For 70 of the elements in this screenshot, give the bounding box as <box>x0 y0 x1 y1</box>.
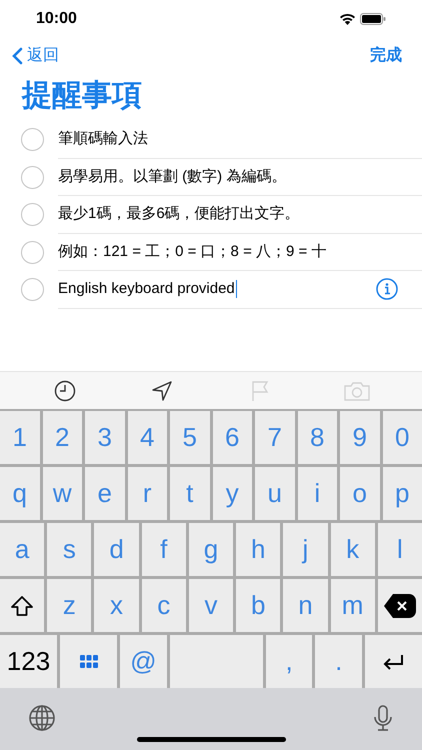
return-key[interactable] <box>364 635 422 688</box>
numbers-key[interactable]: 123 <box>0 635 57 688</box>
key[interactable]: m <box>330 579 375 632</box>
list-title: 提醒事項 <box>20 78 143 114</box>
back-button[interactable]: 返回 <box>12 44 59 68</box>
key[interactable]: p <box>382 467 422 520</box>
key[interactable]: q <box>0 467 40 520</box>
key[interactable]: x <box>94 579 139 632</box>
key[interactable]: f <box>142 523 186 576</box>
key[interactable]: 8 <box>298 411 337 464</box>
reminder-text[interactable]: 筆順碼輸入法 <box>58 128 148 150</box>
return-arrow-icon <box>382 654 404 670</box>
delete-key[interactable] <box>378 579 422 632</box>
key[interactable]: y <box>212 467 252 520</box>
location-arrow-icon[interactable] <box>151 380 174 402</box>
key[interactable]: 4 <box>128 411 167 464</box>
key[interactable]: 3 <box>85 411 124 464</box>
done-button[interactable]: 完成 <box>370 44 410 68</box>
reminder-checkbox[interactable] <box>21 166 44 189</box>
shift-arrow-icon <box>10 594 34 616</box>
battery-icon <box>360 13 386 25</box>
key[interactable]: a <box>0 523 44 576</box>
key[interactable]: , <box>266 635 312 688</box>
key[interactable]: h <box>236 523 280 576</box>
key[interactable]: c <box>142 579 186 632</box>
key[interactable]: j <box>283 523 328 576</box>
key[interactable]: i <box>298 467 337 520</box>
key[interactable]: n <box>283 579 328 632</box>
globe-icon[interactable] <box>28 704 56 732</box>
reminder-checkbox[interactable] <box>21 203 44 226</box>
key[interactable]: o <box>340 467 380 520</box>
key[interactable]: 6 <box>212 411 252 464</box>
status-time: 10:00 <box>36 9 77 29</box>
key[interactable]: 9 <box>340 411 380 464</box>
key[interactable]: 7 <box>255 411 294 464</box>
backspace-icon <box>382 592 417 618</box>
key[interactable]: k <box>330 523 375 576</box>
microphone-icon[interactable] <box>372 704 394 734</box>
key[interactable]: 2 <box>42 411 82 464</box>
wifi-icon <box>339 13 356 25</box>
chevron-left-icon <box>12 47 23 65</box>
reminder-checkbox[interactable] <box>21 240 44 264</box>
key[interactable]: v <box>188 579 234 632</box>
reminder-checkbox[interactable] <box>21 128 44 152</box>
reminder-text[interactable]: English keyboard provided <box>58 278 235 300</box>
key[interactable]: 0 <box>382 411 422 464</box>
reminder-text[interactable]: 例如：121 = 工；0 = 口；8 = 八；9 = 十 <box>58 240 326 263</box>
shift-key[interactable] <box>0 579 44 632</box>
key[interactable]: 1 <box>0 411 40 464</box>
reminder-text[interactable]: 易學易用。以筆劃 (數字) 為編碼。 <box>58 166 286 188</box>
key[interactable]: z <box>47 579 92 632</box>
key[interactable]: d <box>94 523 139 576</box>
key[interactable]: g <box>188 523 234 576</box>
reminder-text[interactable]: 最少1碼，最多6碼，便能打出文字。 <box>58 203 300 226</box>
key[interactable]: u <box>255 467 294 520</box>
key[interactable]: b <box>236 579 280 632</box>
key[interactable]: t <box>170 467 210 520</box>
key[interactable]: l <box>378 523 422 576</box>
emoji-key[interactable] <box>60 635 117 688</box>
key[interactable]: 5 <box>170 411 210 464</box>
key[interactable]: r <box>128 467 167 520</box>
key[interactable]: . <box>315 635 362 688</box>
key[interactable]: e <box>85 467 124 520</box>
key[interactable]: w <box>42 467 82 520</box>
key[interactable]: s <box>47 523 92 576</box>
reminder-checkbox[interactable] <box>21 278 44 302</box>
info-icon[interactable] <box>376 278 398 300</box>
grid-icon <box>80 655 98 668</box>
clock-icon[interactable] <box>54 380 76 402</box>
key[interactable]: @ <box>120 635 167 688</box>
